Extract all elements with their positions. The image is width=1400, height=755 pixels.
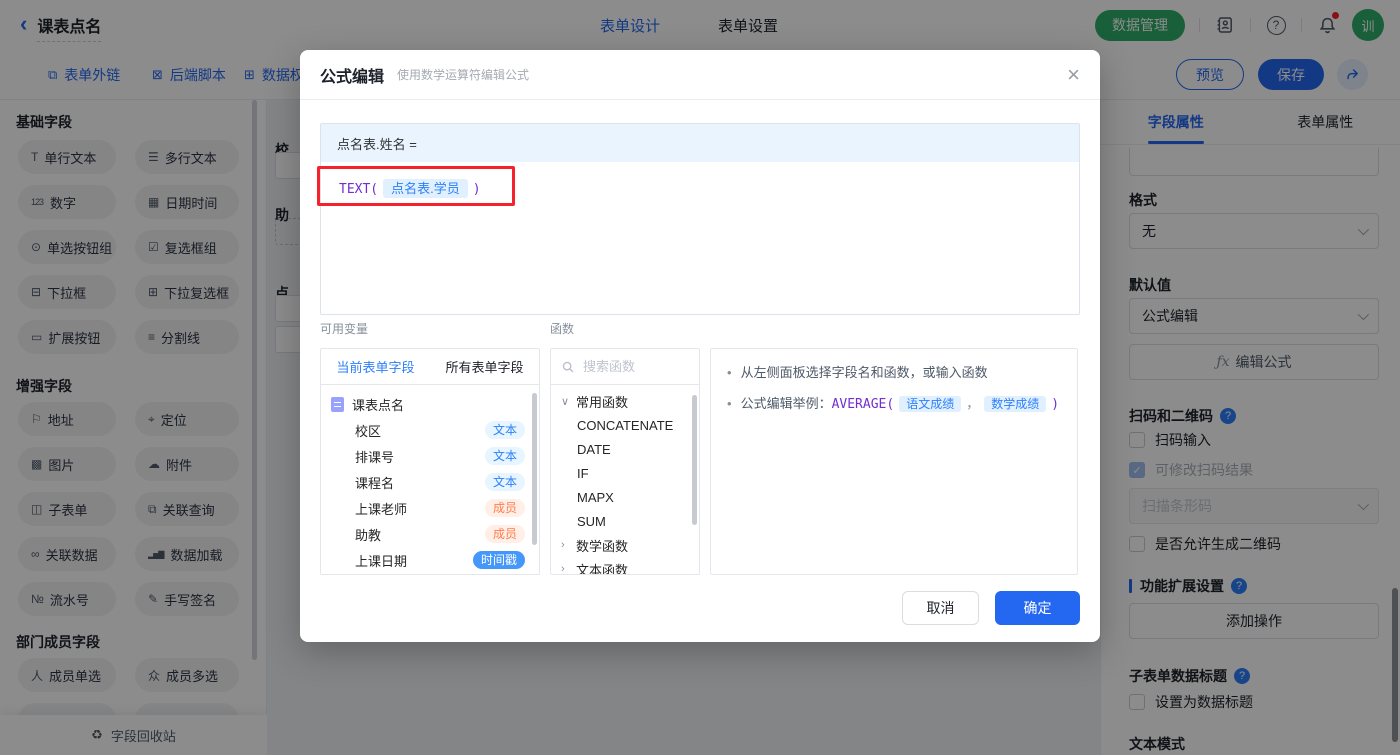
formula-input-area[interactable]: TEXT( 点名表.学员) <box>321 162 1079 314</box>
type-badge-timestamp: 时间戳 <box>472 551 525 569</box>
modal-titlebar: 公式编辑 使用数学运算符编辑公式 × <box>300 50 1100 100</box>
modal-footer: 取消 确定 <box>300 591 1100 625</box>
functions-panel: ∨常用函数 CONCATENATE DATE IF MAPX SUM ›数学函数… <box>550 348 700 575</box>
variables-tree: 课表点名 校区 文本 排课号 文本 课程名 文本 上课老师 成员 助教 成员 上课日期 时间… <box>321 385 539 574</box>
tab-current-form-fields[interactable]: 当前表单字段 <box>321 349 430 384</box>
tree-root-form[interactable]: 课表点名 <box>321 391 539 417</box>
formula-target: 点名表.姓名 = <box>321 124 1079 162</box>
variable-row[interactable]: 校区 文本 <box>321 417 539 443</box>
form-doc-icon <box>331 396 344 412</box>
type-badge-text: 文本 <box>484 421 525 439</box>
type-badge-text: 文本 <box>484 473 525 491</box>
function-item[interactable]: DATE <box>551 437 699 461</box>
formula-function-close: ) <box>472 182 481 197</box>
function-search-input[interactable] <box>583 359 683 374</box>
chevron-collapsed-icon: › <box>561 539 565 551</box>
function-item[interactable]: IF <box>551 461 699 485</box>
formula-field-token[interactable]: 点名表.学员 <box>383 179 468 198</box>
variable-row[interactable]: 排课号 文本 <box>321 443 539 469</box>
function-item[interactable]: MAPX <box>551 485 699 509</box>
variables-panel: 当前表单字段 所有表单字段 课表点名 校区 文本 排课号 文本 课程名 文本 上课老师… <box>320 348 540 575</box>
search-icon <box>562 361 574 372</box>
modal-title: 公式编辑 <box>320 68 385 86</box>
type-badge-text: 文本 <box>484 447 525 465</box>
formula-tips-panel: • 从左侧面板选择字段名和函数，或输入函数 • 公式编辑举例：AVERAGE(语文… <box>710 348 1078 575</box>
chevron-expanded-icon: ∨ <box>561 395 570 408</box>
function-group-math[interactable]: › 数学函数 <box>551 533 699 557</box>
variables-tabs: 当前表单字段 所有表单字段 <box>321 349 539 385</box>
type-badge-member: 成员 <box>484 525 525 543</box>
tab-all-form-fields[interactable]: 所有表单字段 <box>430 349 539 384</box>
variable-row[interactable]: 上课日期 时间戳 <box>321 547 539 573</box>
tip-example-line: • 公式编辑举例：AVERAGE(语文成绩，数学成绩) <box>727 396 1060 412</box>
variable-row[interactable]: 上课老师 成员 <box>321 495 539 521</box>
variables-label: 可用变量 <box>320 322 369 336</box>
variable-row-partial[interactable] <box>321 573 539 574</box>
formula-editor: 点名表.姓名 = TEXT( 点名表.学员) <box>320 123 1080 315</box>
functions-label: 函数 <box>550 322 575 336</box>
example-token: 数学成绩 <box>984 396 1047 412</box>
function-search[interactable] <box>551 349 699 385</box>
example-function: AVERAGE( <box>831 397 895 412</box>
variable-row[interactable]: 课程名 文本 <box>321 469 539 495</box>
function-group-text[interactable]: › 文本函数 <box>551 557 699 575</box>
chevron-collapsed-icon: › <box>561 563 565 575</box>
variable-row[interactable]: 助教 成员 <box>321 521 539 547</box>
function-item[interactable]: CONCATENATE <box>551 413 699 437</box>
example-token: 语文成绩 <box>899 396 962 412</box>
close-icon[interactable]: × <box>1067 63 1080 86</box>
functions-scrollbar[interactable] <box>692 395 697 525</box>
type-badge-member: 成员 <box>484 499 525 517</box>
function-group-common[interactable]: ∨ 常用函数 <box>551 389 699 413</box>
functions-tree: ∨ 常用函数 CONCATENATE DATE IF MAPX SUM › 数学函数… <box>551 385 699 575</box>
cancel-button[interactable]: 取消 <box>902 591 979 625</box>
modal-subtitle: 使用数学运算符编辑公式 <box>397 68 530 82</box>
formula-function-open: TEXT( <box>339 182 379 197</box>
formula-edit-modal: 公式编辑 使用数学运算符编辑公式 × 点名表.姓名 = TEXT( 点名表.学员)… <box>300 50 1100 642</box>
function-item[interactable]: SUM <box>551 509 699 533</box>
variables-scrollbar[interactable] <box>532 393 537 545</box>
tip-line: • 从左侧面板选择字段名和函数，或输入函数 <box>727 365 988 380</box>
confirm-button[interactable]: 确定 <box>995 591 1080 625</box>
